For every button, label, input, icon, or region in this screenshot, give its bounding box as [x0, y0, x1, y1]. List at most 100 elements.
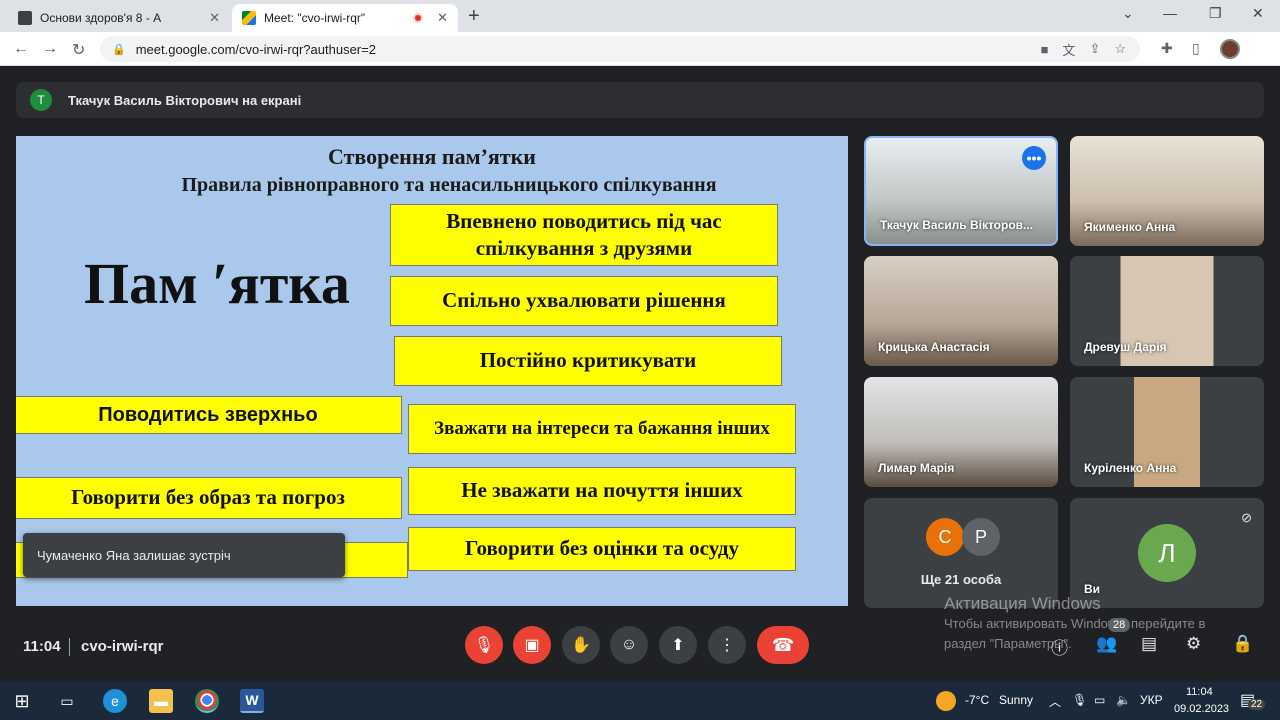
participant-name: Древуш Дарія	[1084, 340, 1167, 354]
translate-icon[interactable]: 文	[1062, 40, 1075, 59]
participant-name: Крицька Анастасія	[878, 340, 990, 354]
minimize-button[interactable]: —	[1163, 5, 1177, 21]
participant-name: Ткачук Василь Вікторов...	[880, 218, 1034, 232]
participant-tile[interactable]: Крицька Анастасія	[864, 256, 1058, 366]
participant-tile[interactable]: Куріленко Анна	[1070, 377, 1264, 487]
meeting-time: 11:04	[23, 638, 61, 655]
temperature: -7°C	[965, 693, 990, 707]
tab-title: Meet: "cvo-irwi-rqr"	[264, 11, 366, 25]
meeting-code: cvo-irwi-rqr	[81, 638, 164, 655]
clock-date[interactable]: 09.02.2023	[1174, 703, 1229, 715]
rule-box: Спільно ухвалювати рішення	[390, 276, 778, 326]
close-tab-icon[interactable]: ✕	[437, 10, 448, 26]
share-icon[interactable]: ⇪	[1089, 41, 1100, 57]
host-controls-icon[interactable]: 🔒	[1232, 634, 1253, 654]
chat-icon[interactable]: ▤	[1141, 634, 1157, 654]
presenter-banner: Т Ткачук Василь Вікторович на екрані	[16, 82, 1264, 118]
rule-box: Зважати на інтереси та бажання інших	[408, 404, 796, 454]
tab-search-icon[interactable]: ⌄	[1122, 5, 1134, 22]
presenter-avatar: Т	[30, 89, 52, 111]
phone-hangup-icon: ☎	[771, 634, 795, 655]
slide-heading: Пам ʹятка	[84, 251, 350, 316]
clock-time[interactable]: 11:04	[1186, 686, 1213, 698]
more-options-button[interactable]: ⋮	[708, 626, 746, 664]
others-tile[interactable]: С Р Ще 21 особа	[864, 498, 1058, 608]
watermark-title: Активация Windows	[944, 594, 1101, 613]
new-tab-button[interactable]: +	[468, 5, 480, 28]
rule-box: Говорити без образ та погроз	[16, 477, 402, 519]
file-explorer-icon[interactable]: ▬	[149, 689, 173, 713]
participant-tile[interactable]: Якименко Анна	[1070, 136, 1264, 246]
bookmark-star-icon[interactable]: ☆	[1114, 41, 1126, 57]
extensions-icon[interactable]: ✚	[1161, 40, 1173, 57]
reload-button[interactable]: ↻	[72, 40, 85, 60]
rule-box: Не зважати на почуття інших	[408, 467, 796, 515]
info-icon[interactable]: ⓘ	[1051, 634, 1068, 659]
present-button[interactable]: ⬆	[659, 626, 697, 664]
rule-box: Говорити без оцінки та осуду	[408, 527, 796, 571]
windows-start-icon[interactable]: ⊞	[10, 689, 34, 713]
volume-icon[interactable]: 🔈	[1116, 693, 1131, 707]
participant-tile[interactable]: Лимар Марія	[864, 377, 1058, 487]
lock-icon[interactable]: 🔒	[112, 43, 126, 56]
presenter-text: Ткачук Василь Вікторович на екрані	[68, 92, 302, 108]
back-button[interactable]: ←	[13, 40, 29, 58]
address-bar[interactable]: 🔒 meet.google.com/cvo-irwi-rqr?authuser=…	[100, 36, 1140, 62]
meet-icon	[242, 11, 256, 25]
more-options-icon[interactable]: •••	[1022, 146, 1046, 170]
end-call-button[interactable]: ☎	[757, 626, 809, 664]
toolbar: ← → ↻ 🔒 meet.google.com/cvo-irwi-rqr?aut…	[0, 32, 1280, 66]
profile-avatar[interactable]	[1220, 39, 1240, 59]
camera-toggle-button[interactable]: ▣	[513, 626, 551, 664]
tab-strip: Основи здоров'я 8 - А ✕ Meet: "cvo-irwi-…	[0, 0, 1280, 32]
close-window-button[interactable]: ✕	[1252, 5, 1264, 22]
notification-count: 22	[1248, 699, 1266, 710]
tab-meet[interactable]: Meet: "cvo-irwi-rqr" ✕	[232, 4, 458, 32]
hand-icon: ✋	[571, 637, 591, 654]
meet-window: Т Ткачук Василь Вікторович на екрані Ств…	[0, 66, 1280, 682]
mic-off-icon: ⊘	[1241, 510, 1252, 525]
rule-box: Поводитись зверхньо	[16, 396, 402, 434]
maximize-button[interactable]: ❐	[1209, 5, 1222, 22]
reactions-button[interactable]: ☺	[610, 626, 648, 664]
people-icon[interactable]: 👥	[1096, 634, 1117, 654]
tab-osnovy[interactable]: Основи здоров'я 8 - А ✕	[8, 4, 230, 32]
language-indicator[interactable]: УКР	[1140, 693, 1163, 707]
tab-title: Основи здоров'я 8 - А	[40, 11, 162, 25]
weather-text: Sunny	[999, 693, 1034, 707]
leave-notification: Чумаченко Яна залишає зустріч	[23, 533, 345, 577]
close-tab-icon[interactable]: ✕	[209, 10, 220, 26]
chrome-icon[interactable]	[195, 689, 219, 713]
others-label: Ще 21 особа	[920, 572, 1002, 587]
raise-hand-button[interactable]: ✋	[562, 626, 600, 664]
side-panel-icon[interactable]: ▯	[1192, 40, 1200, 57]
slide-title: Створення пам’ятки	[328, 144, 536, 169]
edge-icon[interactable]: e	[103, 689, 127, 713]
participant-name: Лимар Марія	[878, 461, 955, 475]
self-avatar: Л	[1138, 524, 1196, 582]
recording-icon	[413, 13, 424, 23]
camera-off-icon: ▣	[524, 637, 540, 654]
participant-name: Куріленко Анна	[1084, 461, 1177, 475]
weather-icon[interactable]	[936, 691, 956, 711]
battery-icon[interactable]: ▭	[1094, 693, 1105, 707]
participant-tile[interactable]: Древуш Дарія	[1070, 256, 1264, 366]
present-icon: ⬆	[671, 637, 685, 654]
participant-tile[interactable]: ••• Ткачук Василь Вікторов...	[864, 136, 1058, 246]
show-hidden-icons[interactable]: ︿	[1049, 693, 1061, 710]
url-text: meet.google.com/cvo-irwi-rqr?authuser=2	[135, 41, 376, 57]
participant-avatar: С	[926, 518, 964, 556]
activities-icon[interactable]: ⚙	[1186, 634, 1201, 654]
camera-icon[interactable]: ■	[1041, 42, 1049, 57]
participant-name: Якименко Анна	[1084, 220, 1176, 234]
forward-button[interactable]: →	[42, 40, 58, 58]
task-view-icon[interactable]: ▭	[55, 689, 79, 713]
mic-toggle-button[interactable]: 🎙	[465, 626, 503, 664]
slide-subtitle: Правила рівноправного та ненасильницьког…	[181, 174, 717, 196]
mic-icon[interactable]: 🎙	[1072, 693, 1087, 707]
divider	[69, 638, 70, 656]
word-icon[interactable]: W	[240, 689, 264, 713]
self-tile[interactable]: ⊘ Л Ви	[1070, 498, 1264, 608]
mic-off-icon: 🎙	[473, 637, 495, 654]
classroom-icon	[18, 11, 32, 25]
